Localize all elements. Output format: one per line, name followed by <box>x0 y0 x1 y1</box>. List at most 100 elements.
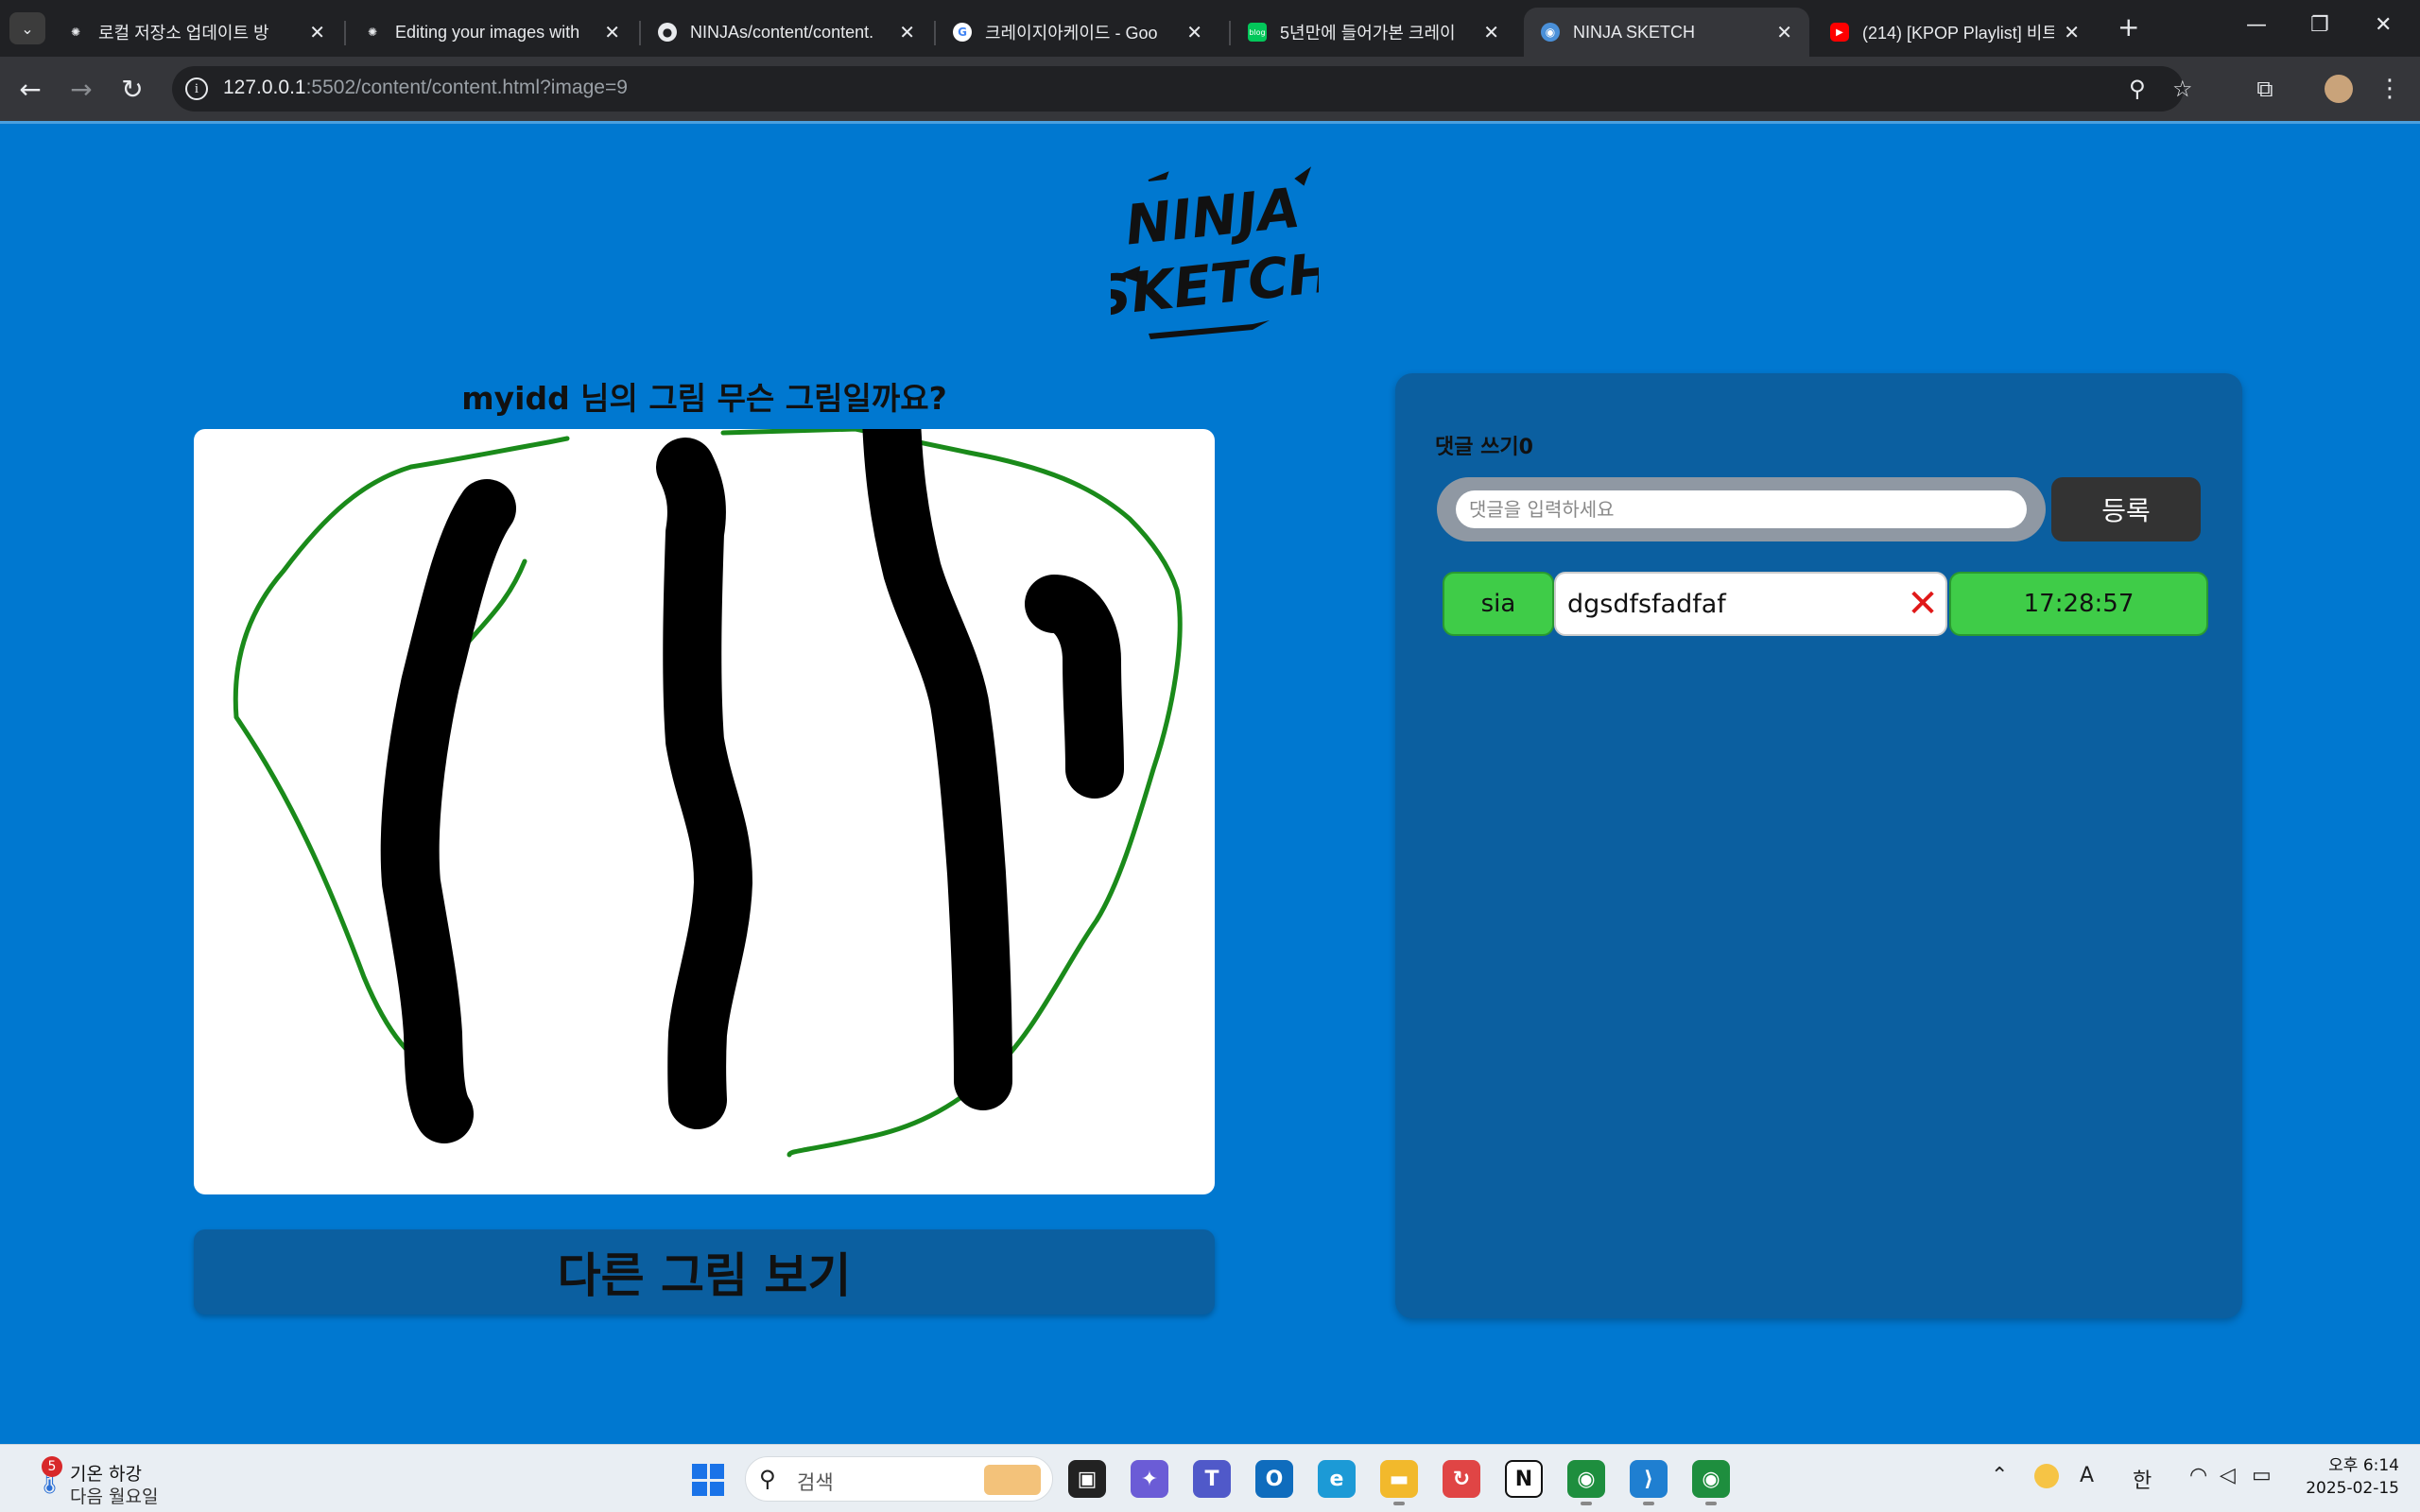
tab-title: 5년만에 들어가본 크레이 <box>1280 24 1456 43</box>
tab-3[interactable]: G 크레이지아케이드 - Goo ✕ <box>936 8 1219 57</box>
tab-close-icon[interactable]: ✕ <box>2064 21 2080 43</box>
tab-title: 크레이지아케이드 - Goo <box>985 24 1158 43</box>
sync-app-icon[interactable]: ↻ <box>1443 1460 1480 1498</box>
wifi-icon[interactable]: ◠ <box>2189 1464 2207 1487</box>
google-icon: G <box>953 23 972 42</box>
extensions-icon[interactable]: ⧉ <box>2248 72 2282 106</box>
black-brush-strokes <box>380 429 1124 1143</box>
tab-close-icon[interactable]: ✕ <box>1776 21 1792 43</box>
comments-title: 댓글 쓰기0 <box>1435 436 1533 459</box>
new-tab-button[interactable]: + <box>2118 11 2139 43</box>
sketch-drawing <box>233 429 1183 1158</box>
reload-icon[interactable]: ↻ <box>115 72 149 106</box>
search-icon: ⚲ <box>759 1466 776 1492</box>
vscode-icon[interactable]: ⟩ <box>1630 1460 1668 1505</box>
ninja-sketch-logo: NINJA SKETCH <box>1111 166 1319 339</box>
outlook-icon[interactable]: O <box>1255 1460 1293 1498</box>
taskbar-search-label: 검색 <box>797 1471 834 1494</box>
address-bar[interactable]: i 127.0.0.1:5502/content/content.html?im… <box>172 66 2193 112</box>
close-window-icon[interactable]: ✕ <box>2375 13 2392 37</box>
drawing-prompt-title: myidd 님의 그림 무슨 그림일까요? <box>461 380 947 417</box>
task-view-icon[interactable]: ▣ <box>1068 1460 1106 1498</box>
running-indicator <box>1643 1502 1654 1505</box>
tab-close-icon[interactable]: ✕ <box>1186 21 1202 43</box>
tab-title: (214) [KPOP Playlist] 비트 <box>1862 24 2055 43</box>
github-icon: ● <box>658 23 677 42</box>
weather-line-1: 기온 하강 <box>70 1464 142 1485</box>
next-drawing-button[interactable]: 다른 그림 보기 <box>194 1229 1215 1314</box>
chrome-icon[interactable]: ◉ <box>1567 1460 1605 1505</box>
notification-badge: 5 <box>42 1456 62 1477</box>
clock-date: 2025-02-15 <box>2306 1479 2399 1498</box>
back-icon[interactable]: ← <box>13 72 47 106</box>
globe-icon: ◉ <box>1541 23 1560 42</box>
tab-1[interactable]: ✺ Editing your images with ✕ <box>346 8 637 57</box>
tab-0[interactable]: ✺ 로컬 저장소 업데이트 방 ✕ <box>49 8 342 57</box>
tab-close-icon[interactable]: ✕ <box>899 21 915 43</box>
tab-close-icon[interactable]: ✕ <box>309 21 325 43</box>
comment-author: sia <box>1443 572 1554 636</box>
tab-title: 로컬 저장소 업데이트 방 <box>98 24 269 43</box>
edge-icon[interactable]: e <box>1318 1460 1356 1498</box>
comment-input[interactable] <box>1456 490 2027 528</box>
comment-time: 17:28:57 <box>1949 572 2208 636</box>
copilot-icon[interactable]: ✦ <box>1131 1460 1168 1498</box>
comment-submit-button[interactable]: 등록 <box>2051 477 2201 541</box>
tab-2[interactable]: ● NINJAs/content/content. ✕ <box>641 8 932 57</box>
logo-blade <box>1149 320 1270 339</box>
weather-line-2: 다음 월요일 <box>70 1486 159 1507</box>
file-explorer-icon[interactable]: ▬ <box>1380 1460 1418 1505</box>
tab-5-active[interactable]: ◉ NINJA SKETCH ✕ <box>1524 8 1809 57</box>
running-indicator <box>1393 1502 1405 1505</box>
taskbar-clock[interactable]: 오후 6:14 2025-02-15 <box>2295 1454 2399 1500</box>
youtube-icon: ▶ <box>1830 23 1849 42</box>
menu-kebab-icon[interactable]: ⋮ <box>2373 72 2407 106</box>
tab-close-icon[interactable]: ✕ <box>1483 21 1499 43</box>
volume-icon[interactable]: ◁ <box>2220 1464 2236 1487</box>
notion-icon[interactable]: N <box>1505 1460 1543 1498</box>
zoom-icon[interactable]: ⚲ <box>2129 76 2146 102</box>
tab-search-button[interactable]: ⌄ <box>9 12 45 44</box>
url-host: 127.0.0.1 <box>223 77 306 98</box>
tab-title: NINJA SKETCH <box>1573 22 1696 42</box>
delete-comment-icon[interactable]: ✕ <box>1904 585 1942 623</box>
battery-icon[interactable]: ▭ <box>2252 1464 2272 1487</box>
windows-start-icon[interactable] <box>692 1464 724 1496</box>
chrome-profile-icon[interactable]: ◉ <box>1692 1460 1730 1505</box>
ime-mode-a[interactable]: A <box>2080 1464 2094 1487</box>
naver-blog-icon: blog <box>1248 23 1267 42</box>
tab-title: NINJAs/content/content. <box>690 22 874 42</box>
comment-text: dgsdfsfadfaf <box>1554 572 1947 636</box>
weather-widget[interactable]: 🌡 5 기온 하강 다음 월요일 <box>28 1454 180 1507</box>
restore-icon[interactable]: ❐ <box>2310 13 2329 37</box>
minimize-icon[interactable]: — <box>2246 13 2267 37</box>
clock-time: 오후 6:14 <box>2328 1456 2399 1475</box>
page: NINJA SKETCH myidd 님의 그림 무슨 그림일까요? 다른 그림… <box>0 121 2420 1444</box>
forward-icon[interactable]: → <box>64 72 98 106</box>
search-highlight-image <box>984 1465 1041 1495</box>
openai-icon: ✺ <box>70 26 81 39</box>
running-indicator <box>1705 1502 1717 1505</box>
kakaotalk-tray-icon[interactable] <box>2034 1464 2059 1488</box>
comment-row: sia dgsdfsfadfaf ✕ 17:28:57 <box>1443 572 2208 636</box>
tab-4[interactable]: blog 5년만에 들어가본 크레이 ✕ <box>1231 8 1516 57</box>
profile-avatar[interactable] <box>2322 72 2356 106</box>
browser-toolbar: ← → ↻ i 127.0.0.1:5502/content/content.h… <box>0 57 2420 121</box>
bookmark-star-icon[interactable]: ☆ <box>2172 76 2193 102</box>
url-path: :5502/content/content.html?image=9 <box>305 77 628 98</box>
tab-title: Editing your images with <box>395 22 580 42</box>
tab-close-icon[interactable]: ✕ <box>604 21 620 43</box>
tray-overflow-icon[interactable]: ⌃ <box>1991 1464 2008 1487</box>
windows-taskbar: 🌡 5 기온 하강 다음 월요일 ⚲ 검색 ▣ ✦ T O e ▬ ↻ N ◉ … <box>0 1444 2420 1512</box>
url-text: 127.0.0.1:5502/content/content.html?imag… <box>223 77 628 99</box>
comments-panel: 댓글 쓰기0 등록 sia dgsdfsfadfaf ✕ 17:28:57 <box>1395 373 2242 1318</box>
taskbar-search-box[interactable]: ⚲ 검색 <box>745 1456 1053 1502</box>
tab-strip: ⌄ ✺ 로컬 저장소 업데이트 방 ✕ ✺ Editing your image… <box>0 0 2420 57</box>
teams-icon[interactable]: T <box>1193 1460 1231 1498</box>
tab-6[interactable]: ▶ (214) [KPOP Playlist] 비트 ✕ <box>1813 8 2097 57</box>
comment-input-wrapper <box>1437 477 2046 541</box>
openai-icon: ✺ <box>367 26 378 39</box>
running-indicator <box>1581 1502 1592 1505</box>
ime-language-indicator[interactable]: 한 <box>2133 1464 2152 1494</box>
site-info-icon[interactable]: i <box>185 77 208 100</box>
